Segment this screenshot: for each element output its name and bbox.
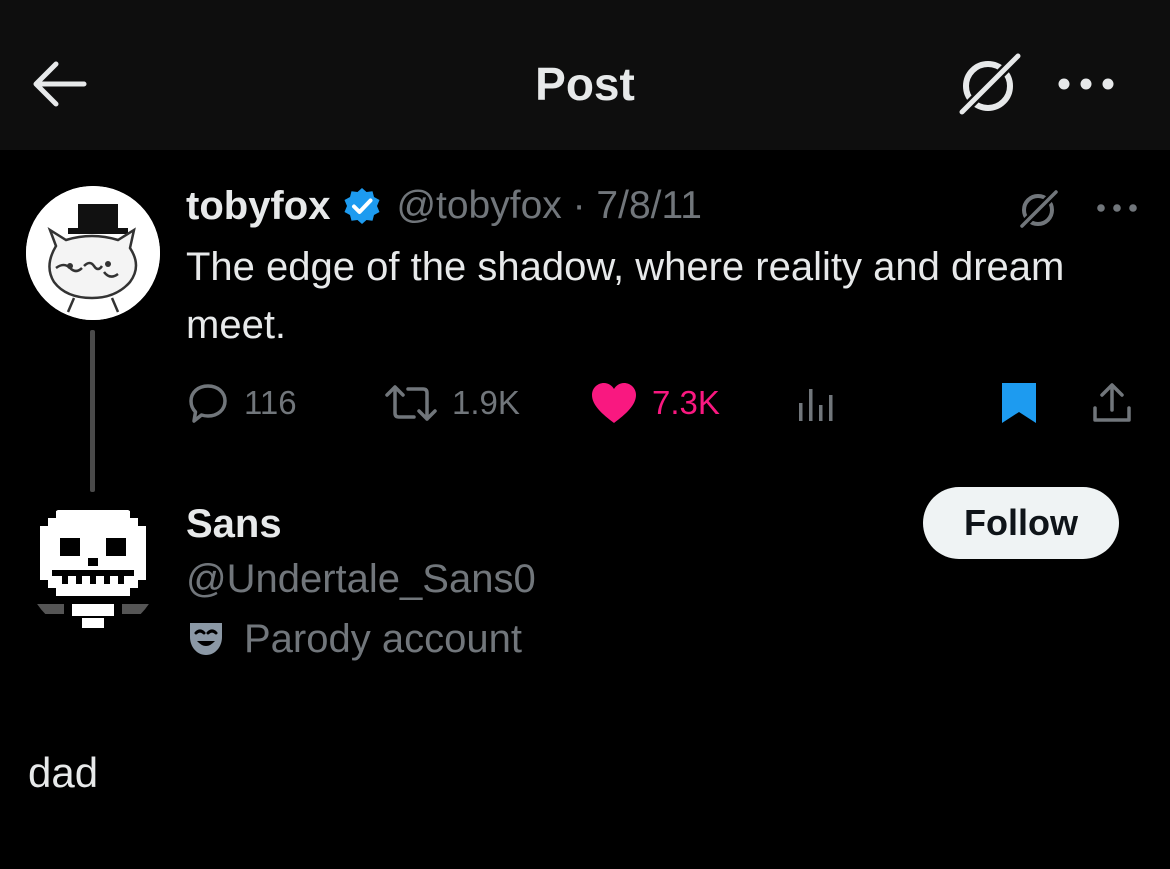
grok-button[interactable] xyxy=(954,48,1026,120)
author-name[interactable]: tobyfox xyxy=(186,184,330,229)
sans-avatar-image xyxy=(26,500,160,634)
verified-badge-icon xyxy=(344,188,380,224)
parody-account-text: Parody account xyxy=(244,616,522,661)
author-handle-date: @tobyfox · 7/8/11 xyxy=(396,184,702,227)
tweet-more-button[interactable] xyxy=(1094,194,1140,222)
reply-count: 116 xyxy=(244,384,297,421)
repost-action[interactable]: 1.9K xyxy=(384,376,520,430)
bookmark-action[interactable] xyxy=(998,376,1040,430)
grok-icon xyxy=(1017,187,1061,231)
more-horizontal-icon xyxy=(1097,204,1137,212)
reply-text: dad xyxy=(28,749,99,796)
parody-label: Parody account xyxy=(186,612,522,666)
thread-connector-line xyxy=(90,330,95,492)
views-action[interactable] xyxy=(796,376,838,430)
share-upload-icon xyxy=(1093,383,1131,422)
avatar[interactable] xyxy=(26,186,160,320)
tobyfox-avatar-image xyxy=(26,186,160,320)
share-action[interactable] xyxy=(1090,376,1134,430)
reply-action[interactable]: 116 xyxy=(186,376,297,430)
bookmark-filled-icon xyxy=(1002,383,1036,423)
top-bar: Post xyxy=(0,0,1170,150)
views-bar-chart-icon xyxy=(799,389,833,421)
account-name[interactable]: Sans xyxy=(186,497,282,551)
reply-bubble-icon xyxy=(189,384,227,423)
like-count: 7.3K xyxy=(652,384,720,421)
tweet-grok-button[interactable] xyxy=(1016,186,1062,232)
avatar[interactable] xyxy=(26,500,160,634)
repost-icon xyxy=(385,385,437,421)
more-horizontal-icon xyxy=(1058,78,1114,90)
like-action[interactable]: 7.3K xyxy=(590,376,720,430)
heart-filled-icon xyxy=(592,383,636,423)
account-handle[interactable]: @Undertale_Sans0 xyxy=(186,552,536,606)
follow-button[interactable]: Follow xyxy=(923,487,1119,559)
more-options-button[interactable] xyxy=(1054,58,1118,110)
theater-mask-icon xyxy=(190,623,222,655)
repost-count: 1.9K xyxy=(452,384,520,421)
tweet-text: The edge of the shadow, where reality an… xyxy=(186,245,1065,347)
grok-icon xyxy=(956,50,1024,118)
tweet-header: tobyfox @tobyfox · 7/8/11 xyxy=(186,178,702,234)
